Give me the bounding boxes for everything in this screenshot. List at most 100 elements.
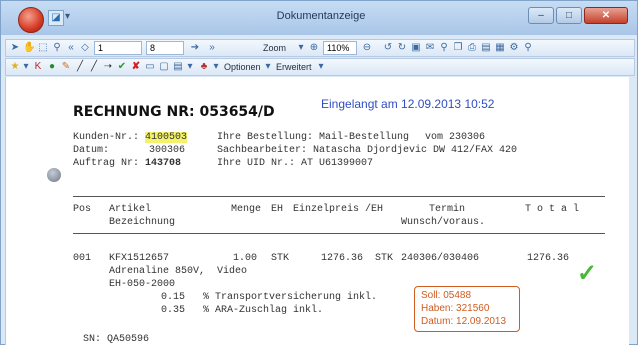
erweitert-dropdown-icon[interactable]: ▾	[315, 61, 327, 73]
booking-datum: Datum: 12.09.2013	[421, 316, 507, 327]
booking-haben: Haben: 321560	[421, 303, 490, 314]
stamp-list-icon[interactable]: ▤	[172, 61, 184, 73]
navigation-toolbar: ➤ ✋ ⬚ ⚲ « ◇ 1 8 ➔ » Zoom ▾ ⊕ 110% ⊖ ↺ ↻ …	[5, 39, 635, 57]
item-unit: STK	[271, 253, 290, 264]
customer-label: Kunden-Nr.:	[73, 132, 140, 143]
zoom-dropdown-icon[interactable]: ▾	[295, 42, 307, 54]
order-number-label: Auftrag Nr:	[73, 158, 140, 169]
search-icon[interactable]: ⚲	[438, 42, 450, 54]
customer-number: 4100503	[145, 132, 188, 143]
quick-access-icon[interactable]: ◪	[48, 10, 64, 26]
dropdown-icon[interactable]: ▾	[184, 61, 196, 73]
zoom-level-field[interactable]: 110%	[323, 41, 357, 55]
item-price-unit: STK	[375, 253, 394, 264]
zoom-in-icon[interactable]: ⊕	[308, 42, 320, 54]
close-button[interactable]: ✕	[584, 7, 628, 24]
order-type: Ihre Bestellung: Mail-Bestellung	[217, 132, 410, 143]
optionen-menu[interactable]: Optionen	[224, 61, 261, 73]
erweitert-menu[interactable]: Erweitert	[276, 61, 312, 73]
table-header-rule	[73, 233, 605, 234]
highlighter-icon[interactable]: ✎	[60, 61, 72, 73]
zoom-out-icon[interactable]: ⊖	[361, 42, 373, 54]
quick-access-dropdown-icon[interactable]: ▾	[65, 11, 70, 22]
hand-tool-icon[interactable]: ✋	[23, 42, 35, 54]
customer-number-line: Kunden-Nr.: 4100503	[73, 132, 188, 143]
copy-icon[interactable]: ❐	[452, 42, 464, 54]
arrow-tool-icon[interactable]: ➝	[102, 61, 114, 73]
application-menu-button[interactable]	[18, 7, 44, 33]
window-title: Dokumentanzeige	[276, 10, 366, 22]
dropdown-icon[interactable]: ▾	[20, 61, 32, 73]
column-unit: EH	[271, 204, 284, 215]
punch-hole	[47, 168, 61, 182]
column-date-sub: Wunsch/voraus.	[401, 217, 486, 228]
zoom-label: Zoom	[263, 43, 287, 53]
export-icon[interactable]: ▤	[480, 42, 492, 54]
magnify-icon[interactable]: ⚲	[51, 42, 63, 54]
approval-check-mark: ✓	[577, 260, 598, 287]
annotation-toolbar: ★ ▾ K ● ✎ ╱ ╱ ➝ ✔ ✘ ▭ ▢ ▤ ▾ ♣ ▾ Optionen…	[5, 58, 635, 76]
rotate-right-icon[interactable]: ↻	[396, 42, 408, 54]
column-pos: Pos	[73, 204, 92, 215]
item-description-1: Adrenaline 850V, Video	[109, 266, 248, 277]
date-label: Datum:	[73, 145, 110, 156]
title-bar[interactable]: ◪ ▾ Dokumentanzeige – □ ✕	[1, 1, 637, 35]
document-viewer-window: ◪ ▾ Dokumentanzeige – □ ✕ ➤ ✋ ⬚ ⚲ « ◇ 1 …	[0, 0, 638, 345]
item-quantity: 1.00	[233, 253, 258, 264]
first-page-icon[interactable]: «	[65, 42, 77, 54]
invoice-title: RECHNUNG NR: 053654/D	[73, 104, 275, 120]
page-number-input[interactable]: 1	[94, 41, 142, 55]
pen-tool-icon[interactable]: ╱	[88, 61, 100, 73]
previous-page-icon[interactable]: ◇	[79, 42, 91, 54]
next-page-icon[interactable]: ➔	[189, 42, 201, 54]
column-date: Termin	[429, 204, 466, 215]
stamp-tool-icon[interactable]: ♣	[198, 61, 210, 73]
select-pointer-icon[interactable]: ➤	[9, 42, 21, 54]
maximize-button[interactable]: □	[556, 7, 582, 24]
item-extra-2: 0.35 % ARA-Zuschlag inkl.	[161, 305, 324, 316]
text-marker-icon[interactable]: K	[32, 61, 44, 73]
line-tool-icon[interactable]: ╱	[74, 61, 86, 73]
zoom-area-icon[interactable]: ⬚	[37, 42, 49, 54]
order-date: vom 230306	[425, 132, 486, 143]
column-article: Artikel	[109, 204, 152, 215]
item-pos: 001	[73, 253, 92, 264]
textbox-icon[interactable]: ▢	[158, 61, 170, 73]
rotate-left-icon[interactable]: ↺	[382, 42, 394, 54]
item-total: 1276.36	[527, 253, 570, 264]
reject-cross-icon[interactable]: ✘	[130, 61, 142, 73]
received-stamp: Eingelangt am 12.09.2013 10:52	[321, 97, 495, 111]
print-icon[interactable]: ⎙	[466, 42, 478, 54]
column-unit-price: Einzelpreis /EH	[293, 204, 384, 215]
column-total: T o t a l	[525, 204, 580, 215]
save-icon[interactable]: ▣	[410, 42, 422, 54]
order-number-line: Auftrag Nr: 143708	[73, 158, 181, 169]
optionen-dropdown-icon[interactable]: ▾	[262, 61, 274, 73]
serial-number: SN: QA50596	[83, 334, 150, 345]
note-icon[interactable]: ▭	[144, 61, 156, 73]
last-page-icon[interactable]: »	[206, 42, 218, 54]
item-dates: 240306/030406	[401, 253, 480, 264]
booking-soll: Soll: 05488	[421, 290, 472, 301]
dropdown-icon[interactable]: ▾	[210, 61, 222, 73]
settings-icon[interactable]: ⚙	[508, 42, 520, 54]
column-description: Bezeichnung	[109, 217, 176, 228]
page-total-field: 8	[146, 41, 184, 55]
column-quantity: Menge	[231, 204, 262, 215]
approve-check-icon[interactable]: ✔	[116, 61, 128, 73]
email-icon[interactable]: ✉	[424, 42, 436, 54]
order-number: 143708	[145, 158, 182, 169]
item-extra-1: 0.15 % Transportversicherung inkl.	[161, 292, 378, 303]
find-icon[interactable]: ⚲	[522, 42, 534, 54]
minimize-button[interactable]: –	[528, 7, 554, 24]
fit-page-icon[interactable]: ▦	[494, 42, 506, 54]
item-description-2: EH-050-2000	[109, 279, 176, 290]
uid-info: Ihre UID Nr.: AT U61399007	[217, 158, 374, 169]
item-price: 1276.36	[321, 253, 364, 264]
dot-stamp-icon[interactable]: ●	[46, 61, 58, 73]
table-top-rule	[73, 196, 605, 197]
booking-stamp-box: Soll: 05488 Haben: 321560 Datum: 12.09.2…	[414, 286, 520, 332]
clerk-info: Sachbearbeiter: Natascha Djordjevic DW 4…	[217, 145, 518, 156]
item-article: KFX1512657	[109, 253, 170, 264]
date-value: 300306	[149, 145, 186, 156]
